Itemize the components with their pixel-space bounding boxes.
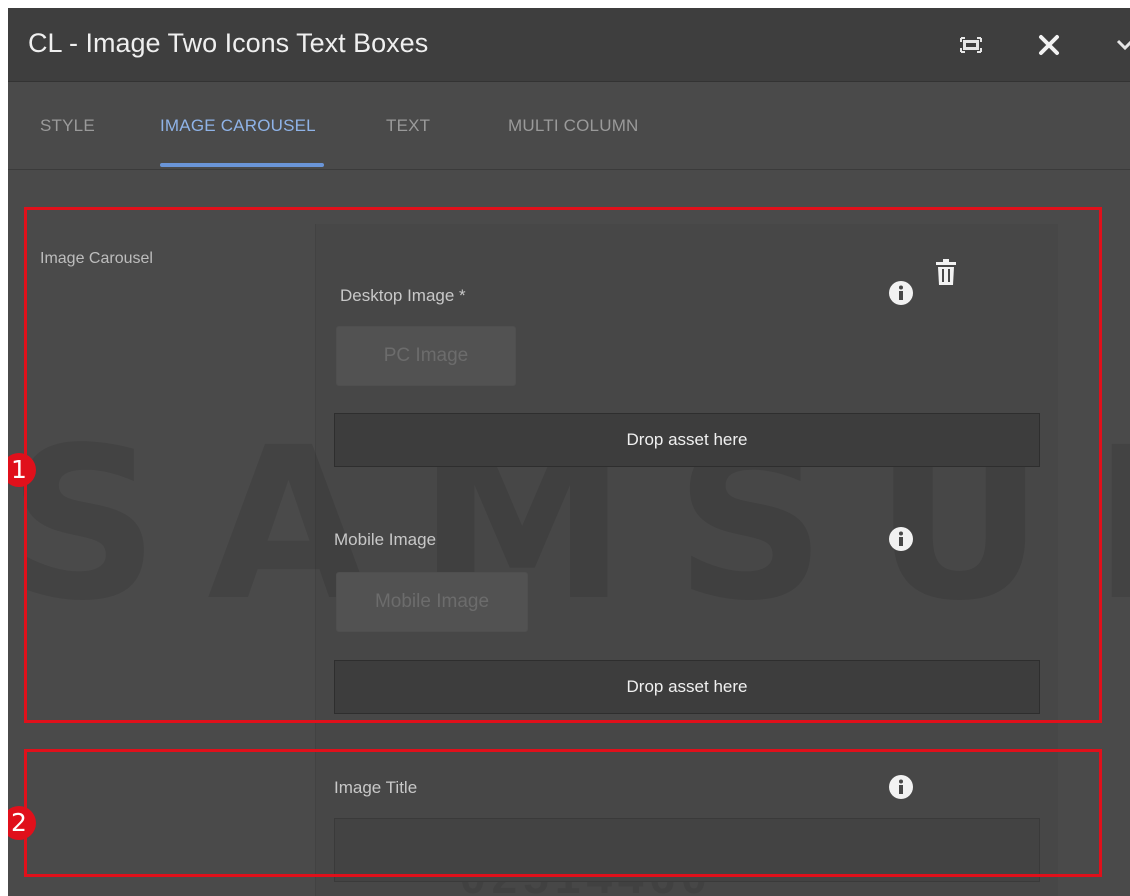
mobile-drop-zone[interactable]: Drop asset here (334, 660, 1040, 714)
info-icon[interactable] (888, 526, 914, 552)
desktop-image-label: Desktop Image * (340, 286, 466, 305)
dialog-titlebar: CL - Image Two Icons Text Boxes (8, 8, 1130, 82)
desktop-drop-zone[interactable]: Drop asset here (334, 413, 1040, 467)
tab-multi-column[interactable]: MULTI COLUMN (508, 116, 639, 136)
tab-image-carousel[interactable]: IMAGE CAROUSEL (160, 116, 316, 136)
image-title-label: Image Title (334, 778, 418, 797)
mobile-image-button[interactable]: Mobile Image (336, 572, 528, 632)
fullscreen-button[interactable] (956, 30, 986, 60)
fullscreen-icon (960, 37, 982, 53)
active-tab-indicator (160, 163, 324, 167)
tab-style[interactable]: STYLE (40, 116, 95, 136)
chevron-down-icon (1116, 39, 1130, 51)
info-icon[interactable] (888, 774, 914, 800)
image-title-input[interactable] (334, 818, 1040, 882)
dialog-title: CL - Image Two Icons Text Boxes (28, 28, 429, 58)
mobile-image-label: Mobile Image (334, 530, 437, 549)
multifield-panel (316, 224, 1058, 896)
close-icon (1039, 35, 1059, 55)
pc-image-button[interactable]: PC Image (336, 326, 516, 386)
trash-icon[interactable] (934, 258, 958, 286)
dialog-body: SAMSUNG 02514460 Image Carousel Desktop … (8, 170, 1130, 896)
dialog: CL - Image Two Icons Text Boxes STYLE IM… (8, 8, 1130, 896)
info-icon[interactable] (888, 280, 914, 306)
close-button[interactable] (1034, 30, 1064, 60)
collapse-button[interactable] (1110, 30, 1130, 60)
tab-bar: STYLE IMAGE CAROUSEL TEXT MULTI COLUMN (8, 82, 1130, 170)
tab-text[interactable]: TEXT (386, 116, 430, 136)
section-label: Image Carousel (40, 250, 153, 267)
